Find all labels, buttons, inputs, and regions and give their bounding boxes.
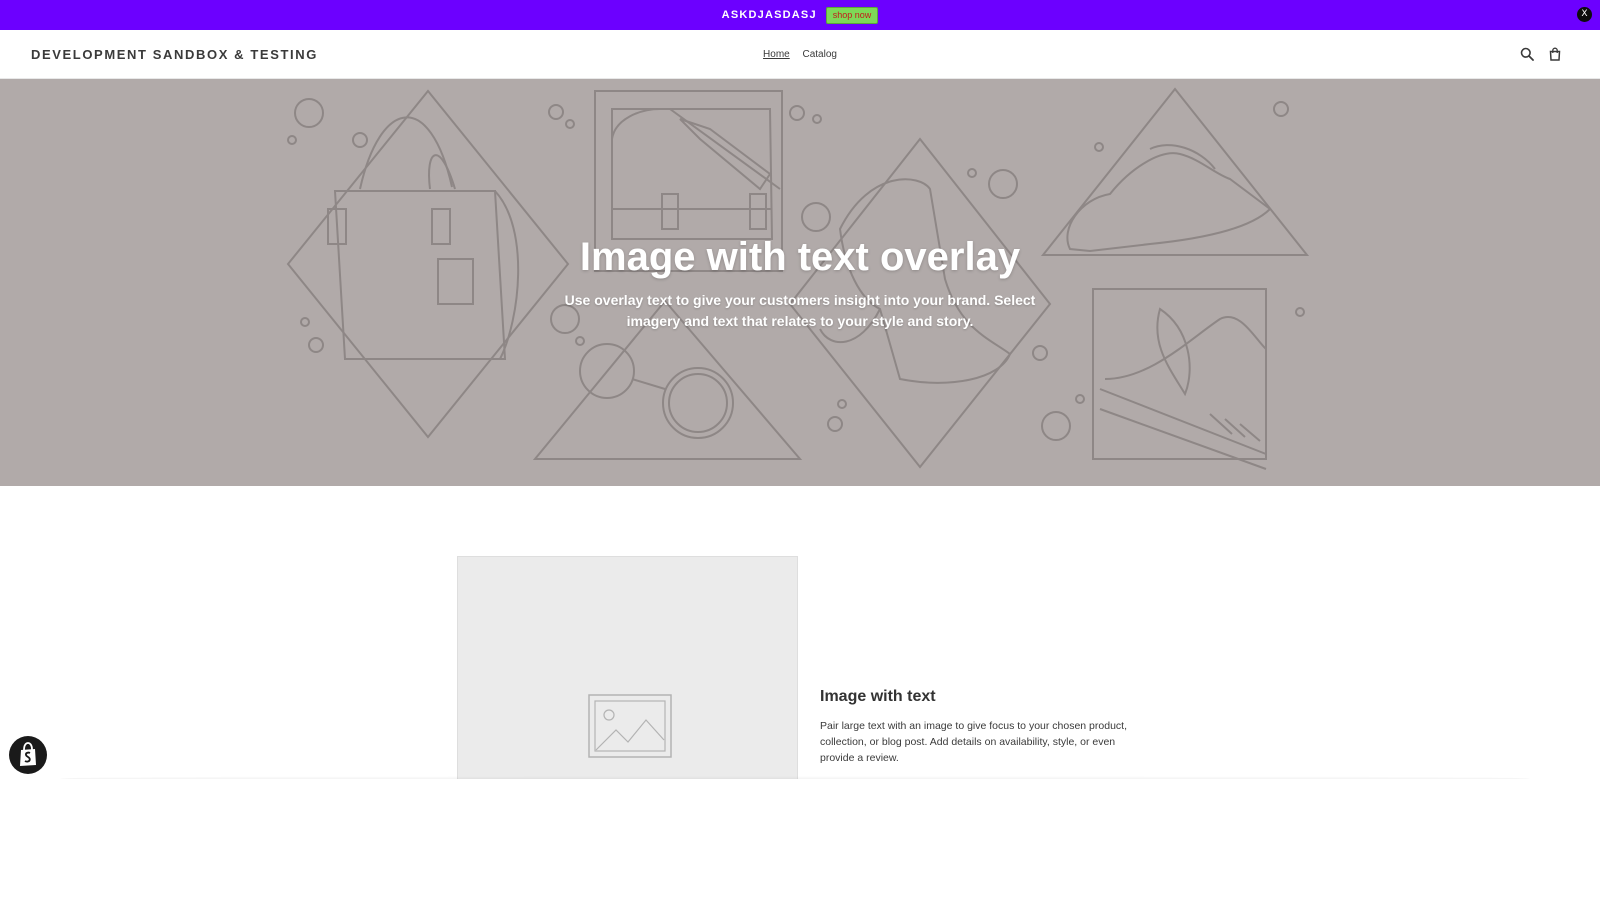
- search-icon[interactable]: [1520, 47, 1534, 61]
- hero-illustration: [286, 87, 1310, 470]
- hero-banner: Image with text overlay Use overlay text…: [0, 79, 1600, 486]
- cart-icon[interactable]: [1548, 47, 1562, 61]
- page-bottom: [0, 779, 1600, 900]
- hero-title: Image with text overlay: [579, 235, 1021, 279]
- header-icons: [1520, 47, 1562, 61]
- nav-link-catalog[interactable]: Catalog: [803, 49, 837, 60]
- close-icon[interactable]: X: [1577, 7, 1592, 22]
- nav-link-home[interactable]: Home: [763, 49, 790, 60]
- image-with-text-title: Image with text: [820, 688, 936, 705]
- image-with-text-body: Pair large text with an image to give fo…: [820, 720, 1127, 764]
- announcement-text: ASKDJASDASJ: [721, 9, 817, 21]
- image-placeholder: [457, 556, 798, 786]
- announcement-bar: ASKDJASDASJ shop now X: [0, 0, 1600, 30]
- site-header: DEVELOPMENT SANDBOX & TESTING Home Catal…: [0, 30, 1600, 79]
- shop-now-button[interactable]: shop now: [825, 6, 879, 24]
- hero-subtitle: Use overlay text to give your customers …: [564, 292, 1036, 329]
- main-nav: Home Catalog: [0, 49, 1600, 60]
- triangle-frame: [1040, 87, 1310, 256]
- shopify-bag-icon[interactable]: [9, 736, 47, 774]
- image-placeholder-icon: [588, 694, 672, 758]
